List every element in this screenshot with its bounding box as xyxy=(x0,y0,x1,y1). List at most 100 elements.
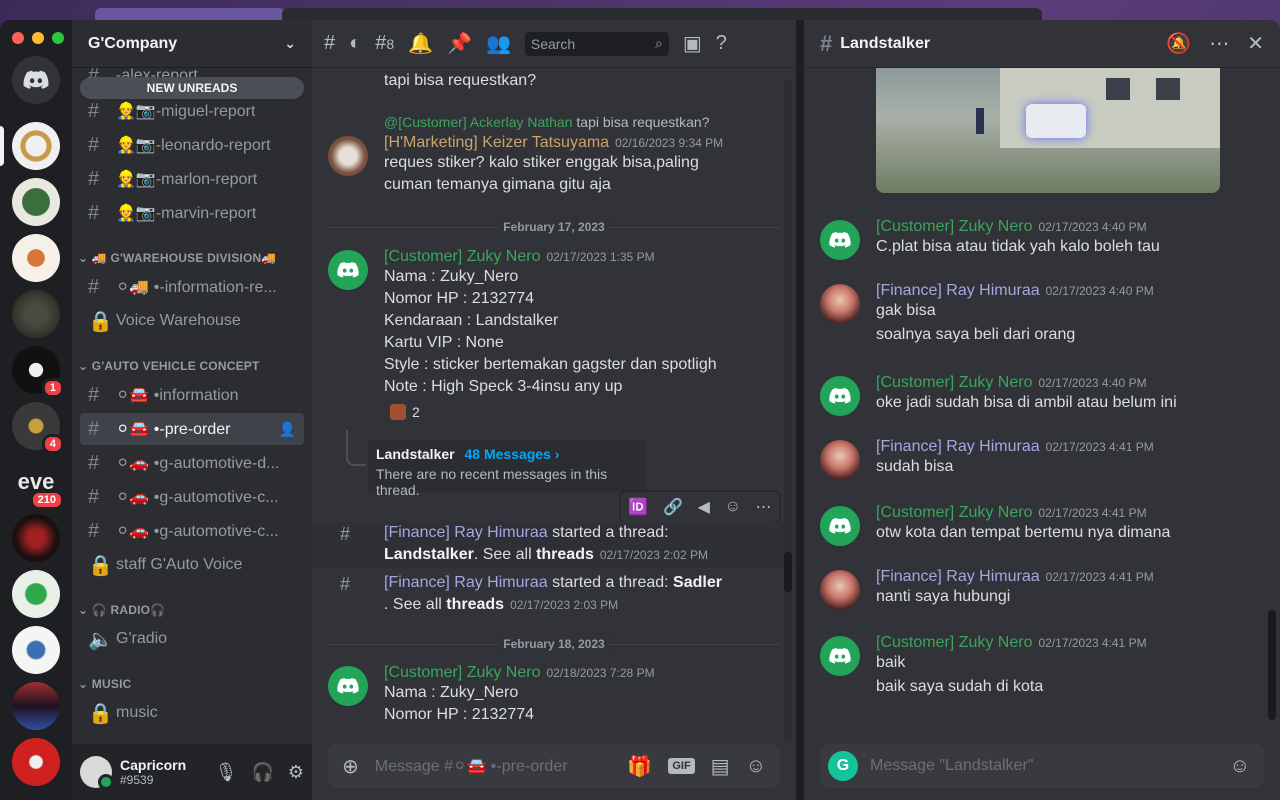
server-wings[interactable]: 4 xyxy=(12,402,64,454)
channel-miguel-report[interactable]: # 👷📷-miguel-report xyxy=(80,95,304,127)
server-dark-x[interactable] xyxy=(12,290,60,338)
add-reaction-icon[interactable]: ☺ xyxy=(725,498,741,516)
avatar[interactable] xyxy=(820,284,860,324)
thread-preview-card[interactable]: Landstalker 48 Messages › There are no r… xyxy=(368,440,646,498)
thread-messages-link[interactable]: 48 Messages › xyxy=(464,446,559,462)
avatar[interactable] xyxy=(328,666,368,706)
message-author[interactable]: [Finance] Ray Himuraa xyxy=(384,524,548,541)
server-orange[interactable] xyxy=(12,234,60,282)
server-seal[interactable] xyxy=(12,626,60,674)
avatar[interactable] xyxy=(820,506,860,546)
channel-voice-warehouse[interactable]: 🔒 Voice Warehouse xyxy=(80,305,304,337)
server-mustache[interactable]: 1 xyxy=(12,346,64,398)
pin-icon[interactable]: 📌 xyxy=(447,31,472,56)
server-poster[interactable] xyxy=(12,682,60,730)
server-eve[interactable]: eve 210 xyxy=(12,458,64,510)
thread-link[interactable]: Landstalker xyxy=(384,546,474,563)
maximize-window-button[interactable] xyxy=(52,32,64,44)
thread-link[interactable]: Sadler xyxy=(673,574,722,591)
message-author[interactable]: [Customer] Zuky Nero xyxy=(876,504,1032,521)
server-header[interactable]: G'Company ⌄ xyxy=(72,20,312,68)
headphones-icon[interactable]: 🎧 xyxy=(251,762,273,783)
message-author[interactable]: [H'Marketing] Keizer Tatsuyama xyxy=(384,134,609,151)
channel-g-automotive-c1[interactable]: # ⚪🚗 •g-automotive-c... xyxy=(80,481,304,513)
channel-information-re[interactable]: # ⚪🚚 •-information-re... xyxy=(80,271,304,303)
close-window-button[interactable] xyxy=(12,32,24,44)
message-author[interactable]: [Customer] Zuky Nero xyxy=(876,374,1032,391)
server-green-z[interactable] xyxy=(12,570,60,618)
message-author[interactable]: [Finance] Ray Himuraa xyxy=(876,568,1040,585)
avatar[interactable] xyxy=(328,250,368,290)
channel-leonardo-report[interactable]: # 👷📷-leonardo-report xyxy=(80,129,304,161)
grammarly-icon[interactable]: G xyxy=(828,751,858,781)
microphone-icon[interactable]: 🎙 xyxy=(215,762,238,783)
threads-link[interactable]: threads xyxy=(446,596,504,613)
reply-icon[interactable]: ◀ xyxy=(698,497,710,517)
add-member-icon[interactable]: 👤 xyxy=(279,421,296,438)
link-icon[interactable]: 🔗 xyxy=(663,497,683,517)
avatar[interactable] xyxy=(820,220,860,260)
emoji-icon[interactable]: ☺ xyxy=(1230,755,1250,778)
gear-icon[interactable]: ⚙ xyxy=(288,762,304,783)
emoji-icon[interactable]: ☺ xyxy=(746,755,766,778)
avatar[interactable] xyxy=(820,570,860,610)
id-icon[interactable]: 🆔 xyxy=(628,497,648,517)
category-radio[interactable]: ⌄ 🎧 RADIO🎧 xyxy=(78,603,165,617)
category-warehouse[interactable]: ⌄ 🚚 G'WAREHOUSE DIVISION🚚 xyxy=(78,251,277,265)
help-icon[interactable]: ? xyxy=(716,32,727,55)
server-y[interactable] xyxy=(12,178,60,226)
message-author[interactable]: [Finance] Ray Himuraa xyxy=(876,282,1040,299)
thread-composer[interactable]: G Message "Landstalker" ☺ xyxy=(820,744,1264,788)
threads-link[interactable]: threads xyxy=(536,546,594,563)
theme-icon[interactable]: ◐ xyxy=(349,32,361,55)
scrollbar-thumb[interactable] xyxy=(1268,610,1276,720)
more-icon[interactable]: ⋯ xyxy=(1209,31,1229,56)
server-red-emblem[interactable] xyxy=(12,738,60,786)
gift-icon[interactable]: 🎁 xyxy=(627,754,652,779)
scrollbar-thumb[interactable] xyxy=(784,552,792,592)
channel-staff-gauto-voice[interactable]: 🔒 staff G'Auto Voice xyxy=(80,549,304,581)
avatar[interactable] xyxy=(820,440,860,480)
sticker-icon[interactable]: ▤ xyxy=(711,754,730,779)
category-music[interactable]: ⌄ MUSIC xyxy=(78,677,131,691)
server-gcompany[interactable] xyxy=(0,122,60,170)
message-author[interactable]: [Customer] Zuky Nero xyxy=(384,664,540,681)
channel-marvin-report[interactable]: # 👷📷-marvin-report xyxy=(80,197,304,229)
avatar[interactable] xyxy=(80,756,114,790)
message-author[interactable]: [Finance] Ray Himuraa xyxy=(876,438,1040,455)
channel-information[interactable]: # ⚪🚘 •information xyxy=(80,379,304,411)
bell-icon[interactable]: 🔔 xyxy=(408,31,433,56)
category-auto[interactable]: ⌄ G'AUTO VEHICLE CONCEPT xyxy=(78,359,260,373)
message-composer[interactable]: ⊕ Message #⚪🚘 •-pre-order 🎁 GIF ▤ ☺ xyxy=(328,744,780,788)
gif-button[interactable]: GIF xyxy=(668,758,695,774)
message-author[interactable]: [Customer] Zuky Nero xyxy=(876,634,1032,651)
channel-pre-order[interactable]: # ⚪🚘 •-pre-order 👤 xyxy=(80,413,304,445)
message-author[interactable]: [Customer] Zuky Nero xyxy=(384,248,540,265)
discord-logo-icon xyxy=(829,232,851,248)
home-button[interactable] xyxy=(12,56,60,104)
search-input[interactable]: Search ⌕ xyxy=(524,31,669,56)
channel-g-automotive-d[interactable]: # ⚪🚗 •g-automotive-d... xyxy=(80,447,304,479)
image-attachment[interactable] xyxy=(876,68,1220,193)
message-author[interactable]: [Finance] Ray Himuraa xyxy=(384,574,548,591)
minimize-window-button[interactable] xyxy=(32,32,44,44)
close-icon[interactable]: ✕ xyxy=(1247,31,1264,56)
mute-bell-icon[interactable]: 🔕 xyxy=(1166,31,1191,56)
reaction[interactable]: 2 xyxy=(384,402,426,422)
more-icon[interactable]: ⋯ xyxy=(756,497,772,517)
message-author[interactable]: [Customer] Zuky Nero xyxy=(876,218,1032,235)
channel-g-automotive-c2[interactable]: # ⚪🚗 •g-automotive-c... xyxy=(80,515,304,547)
channel-marlon-report[interactable]: # 👷📷-marlon-report xyxy=(80,163,304,195)
members-icon[interactable]: 👥 xyxy=(486,31,511,56)
reply-reference[interactable]: @[Customer] Ackerlay Nathan tapi bisa re… xyxy=(384,114,710,130)
avatar[interactable] xyxy=(328,136,368,176)
inbox-icon[interactable]: ▣ xyxy=(683,31,702,56)
server-red-bird[interactable] xyxy=(12,514,60,562)
add-attachment-icon[interactable]: ⊕ xyxy=(342,754,359,779)
avatar[interactable] xyxy=(820,636,860,676)
scrollbar-track[interactable] xyxy=(784,80,792,740)
channel-music[interactable]: 🔒 music xyxy=(80,697,304,729)
threads-icon[interactable]: #8 xyxy=(375,32,394,55)
avatar[interactable] xyxy=(820,376,860,416)
channel-gradio[interactable]: 🔈 G'radio xyxy=(80,623,304,655)
